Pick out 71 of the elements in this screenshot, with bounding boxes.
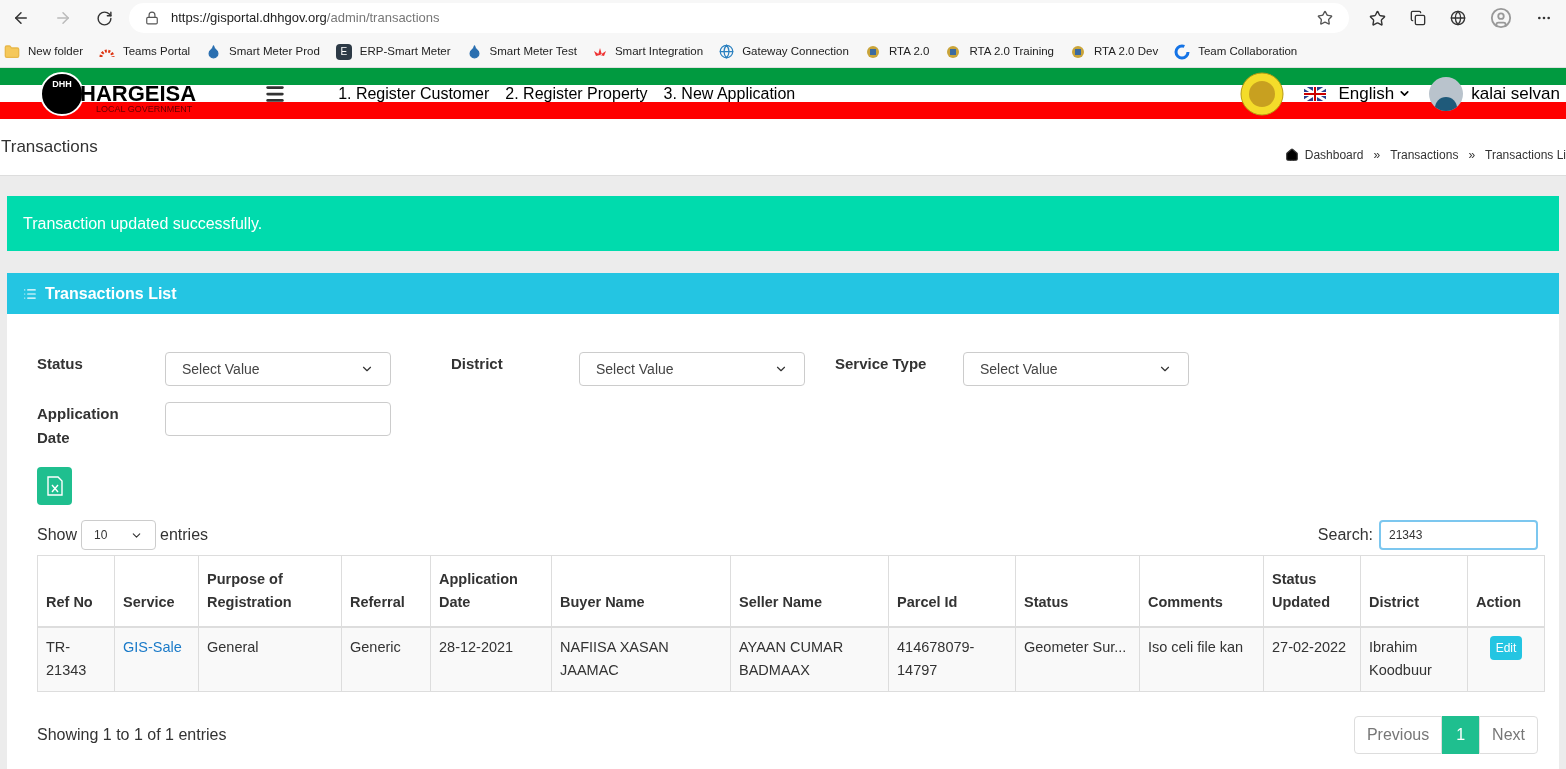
filter-select[interactable]: Select Value <box>579 352 805 386</box>
breadcrumb-link[interactable]: Dashboard <box>1304 146 1364 164</box>
pagination-button[interactable]: Previous <box>1353 716 1443 754</box>
table-cell: 414678079-14797 <box>888 627 1016 692</box>
table-cell: AYAAN CUMAR BADMAAX <box>730 627 889 692</box>
user-name[interactable]: kalai selvan <box>1471 80 1560 107</box>
breadcrumb-link[interactable]: Transactions <box>1390 146 1459 164</box>
table-cell: General <box>198 627 342 692</box>
filter-select[interactable]: Select Value <box>165 352 391 386</box>
table-cell: Generic <box>341 627 431 692</box>
bookmark[interactable]: Smart Integration <box>592 42 704 61</box>
profile-avatar-icon[interactable] <box>1490 7 1512 29</box>
bookmark[interactable]: Gateway Connection <box>719 42 849 61</box>
filter-label: District <box>451 354 504 374</box>
breadcrumb-separator: » <box>1468 147 1476 164</box>
breadcrumb-separator: » <box>1373 147 1381 164</box>
pagination-button[interactable]: Next <box>1479 716 1538 754</box>
bookmark[interactable]: New folder <box>4 42 83 61</box>
bookmark[interactable]: RTA 2.0 Training <box>945 42 1054 61</box>
bookmark[interactable]: RTA 2.0 Dev <box>1070 42 1159 61</box>
reload-icon[interactable] <box>96 9 113 27</box>
filter-label: Status <box>37 354 84 374</box>
table-cell: Ibrahim Koodbuur <box>1360 627 1468 692</box>
date-field[interactable] <box>165 402 391 436</box>
ring-icon <box>1174 43 1191 60</box>
panel-title: Transactions List <box>45 283 177 304</box>
nav-link[interactable]: 3. New Application <box>663 81 796 106</box>
show-label: Show <box>37 525 78 545</box>
spreadsheet-file-icon <box>46 476 63 496</box>
table-cell: NAFIISA XASAN JAAMAC <box>551 627 731 692</box>
favorite-star-icon[interactable] <box>1317 10 1333 26</box>
table-cell: TR-21343 <box>37 627 115 692</box>
filter-label: Service Type <box>835 354 928 374</box>
nav-link[interactable]: 2. Register Property <box>505 81 648 106</box>
breadcrumb-link[interactable]: Transactions Li <box>1485 146 1566 164</box>
address-bar[interactable]: https://gisportal.dhhgov.org/admin/transactions <box>129 3 1349 33</box>
nav-link[interactable]: 1. Register Customer <box>338 81 490 106</box>
success-alert: Transaction updated successfully. <box>7 196 1559 251</box>
bookmark[interactable]: Team Collaboration <box>1174 42 1298 61</box>
table-cell: 27-02-2022 <box>1263 627 1361 692</box>
lock-icon <box>145 11 159 25</box>
logo: DHH HARGEISA LOCAL GOVERNMENT <box>40 71 197 116</box>
home-icon <box>1284 148 1299 162</box>
entries-label: entries <box>160 525 209 545</box>
table-cell: 28-12-2021 <box>430 627 552 692</box>
logo-title: HARGEISA <box>80 83 197 104</box>
droplet-icon <box>466 44 482 59</box>
search-field[interactable]: 21343 <box>1379 520 1538 550</box>
emblem-icon <box>1240 71 1285 116</box>
page-size-select[interactable]: 10 <box>81 520 157 550</box>
bookmark[interactable]: Smart Meter Test <box>466 42 577 61</box>
letter-icon: E <box>335 43 352 60</box>
language-dropdown[interactable]: English <box>1338 80 1412 107</box>
collections-icon[interactable] <box>1410 10 1426 26</box>
favorites-icon[interactable] <box>1369 9 1386 27</box>
bookmark[interactable]: RTA 2.0 <box>864 42 930 61</box>
table-cell: Geometer Sur... <box>1015 627 1140 692</box>
table-cell: Iso celi file kan <box>1139 627 1264 692</box>
list-icon <box>23 286 37 301</box>
page-title: Transactions <box>1 136 98 158</box>
back-icon[interactable] <box>12 9 30 27</box>
search-label: Search: <box>1317 525 1373 545</box>
bookmark[interactable]: E ERP-Smart Meter <box>335 42 451 61</box>
filter-select[interactable]: Select Value <box>963 352 1189 386</box>
bookmark[interactable]: Teams Portal <box>98 42 191 61</box>
bookmark[interactable]: Smart Meter Prod <box>206 42 320 61</box>
filter-label: Application Date <box>37 404 120 448</box>
service-link[interactable]: GIS-Sale <box>114 627 199 692</box>
table-info: Showing 1 to 1 of 1 entries <box>37 725 227 745</box>
folder-icon <box>4 43 20 60</box>
globe-icon <box>719 44 735 59</box>
